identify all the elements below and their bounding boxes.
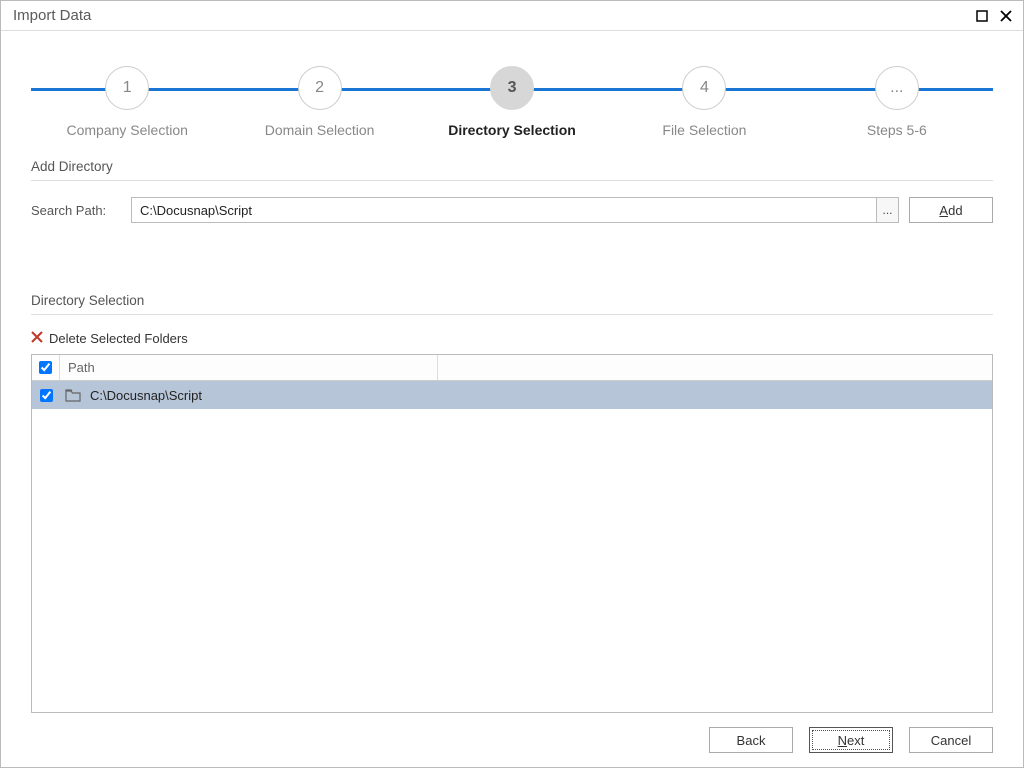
search-path-input[interactable] [132, 198, 876, 222]
step-number: 2 [298, 66, 342, 110]
step-number: ... [875, 66, 919, 110]
search-path-label: Search Path: [31, 203, 121, 218]
titlebar: Import Data [1, 1, 1023, 31]
header-checkbox-cell[interactable] [32, 355, 60, 380]
step-company-selection[interactable]: 1 Company Selection [31, 56, 223, 138]
step-number: 4 [682, 66, 726, 110]
add-directory-title: Add Directory [31, 159, 993, 181]
step-number: 1 [105, 66, 149, 110]
step-directory-selection[interactable]: 3 Directory Selection [416, 56, 608, 138]
header-path[interactable]: Path [60, 355, 438, 380]
directory-selection-title: Directory Selection [31, 293, 993, 315]
import-data-window: Import Data 1 Company Selection 2 Domain… [0, 0, 1024, 768]
header-spacer [438, 355, 992, 380]
back-button[interactable]: Back [709, 727, 793, 753]
step-domain-selection[interactable]: 2 Domain Selection [223, 56, 415, 138]
wizard-stepper: 1 Company Selection 2 Domain Selection 3… [1, 31, 1023, 141]
search-path-row: Search Path: ... Add [31, 197, 993, 223]
wizard-body: Add Directory Search Path: ... Add Direc… [1, 141, 1023, 713]
delete-label: Delete Selected Folders [49, 331, 188, 346]
next-button[interactable]: Next [809, 727, 893, 753]
step-file-selection[interactable]: 4 File Selection [608, 56, 800, 138]
row-checkbox-cell[interactable] [32, 389, 60, 402]
delete-selected-folders[interactable]: Delete Selected Folders [31, 331, 993, 346]
maximize-icon[interactable] [973, 7, 991, 25]
close-icon[interactable] [997, 7, 1015, 25]
grid-body[interactable]: C:\Docusnap\Script [32, 381, 992, 712]
step-more[interactable]: ... Steps 5-6 [801, 56, 993, 138]
cancel-button[interactable]: Cancel [909, 727, 993, 753]
add-button[interactable]: Add [909, 197, 993, 223]
next-button-rest: ext [847, 733, 864, 748]
folder-icon [60, 388, 86, 402]
add-button-accelerator: A [939, 203, 948, 218]
search-path-input-group: ... [131, 197, 899, 223]
table-row[interactable]: C:\Docusnap\Script [32, 381, 992, 409]
step-label: File Selection [662, 122, 746, 138]
step-label: Directory Selection [448, 122, 576, 138]
add-button-rest: dd [948, 203, 962, 218]
row-checkbox[interactable] [40, 389, 53, 402]
directory-grid: Path C:\Docusnap\Script [31, 354, 993, 713]
step-label: Domain Selection [265, 122, 375, 138]
browse-button[interactable]: ... [876, 198, 898, 222]
wizard-footer: Back Next Cancel [1, 713, 1023, 767]
delete-icon [31, 331, 43, 346]
next-button-accelerator: N [838, 733, 847, 748]
step-number: 3 [490, 66, 534, 110]
step-label: Steps 5-6 [867, 122, 927, 138]
step-label: Company Selection [67, 122, 188, 138]
window-title: Import Data [13, 7, 967, 24]
grid-header: Path [32, 355, 992, 381]
row-path: C:\Docusnap\Script [86, 388, 992, 403]
select-all-checkbox[interactable] [39, 361, 52, 374]
